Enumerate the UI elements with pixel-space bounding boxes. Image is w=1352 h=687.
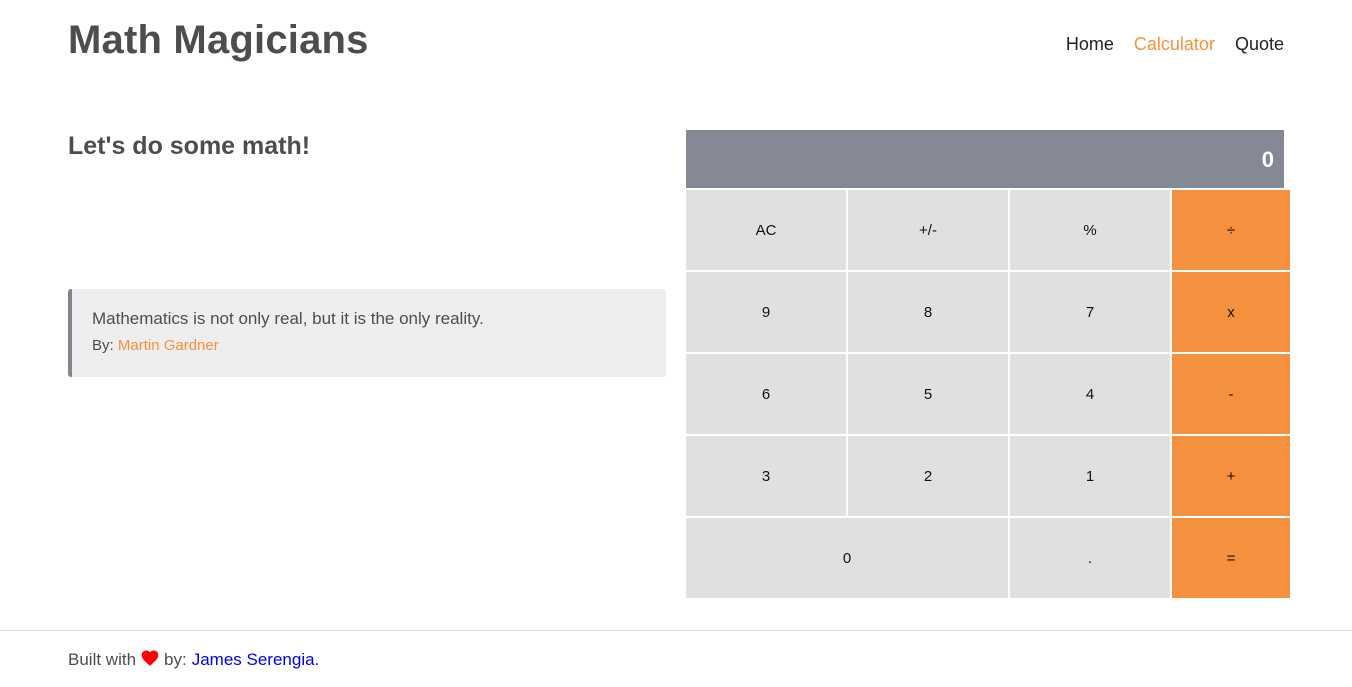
- footer-divider: [0, 630, 1352, 631]
- nav-link-calculator[interactable]: Calculator: [1134, 34, 1215, 55]
- footer-author-link[interactable]: James Serengia.: [192, 650, 320, 670]
- key-9[interactable]: 9: [686, 272, 846, 352]
- key-equals[interactable]: =: [1172, 518, 1290, 598]
- key-toggle-sign[interactable]: +/-: [848, 190, 1008, 270]
- site-title: Math Magicians: [68, 18, 369, 62]
- footer-built-with: Built with: [68, 650, 137, 669]
- nav-link-quote[interactable]: Quote: [1235, 34, 1284, 55]
- key-2[interactable]: 2: [848, 436, 1008, 516]
- site-footer: Built with by: James Serengia.: [68, 650, 319, 670]
- key-4[interactable]: 4: [1010, 354, 1170, 434]
- key-add[interactable]: +: [1172, 436, 1290, 516]
- quote-attribution: By: Martin Gardner: [92, 337, 646, 354]
- key-3[interactable]: 3: [686, 436, 846, 516]
- calculator: 0 AC +/- % ÷ 9 8 7 x 6 5 4 - 3 2 1 + 0 .…: [686, 130, 1290, 598]
- key-5[interactable]: 5: [848, 354, 1008, 434]
- main-nav: Home Calculator Quote: [1066, 34, 1284, 55]
- key-7[interactable]: 7: [1010, 272, 1170, 352]
- quote-by-label: By:: [92, 337, 114, 354]
- nav-link-home[interactable]: Home: [1066, 34, 1114, 55]
- key-percent[interactable]: %: [1010, 190, 1170, 270]
- key-multiply[interactable]: x: [1172, 272, 1290, 352]
- key-1[interactable]: 1: [1010, 436, 1170, 516]
- quote-author: Martin Gardner: [117, 337, 219, 354]
- quote-text: Mathematics is not only real, but it is …: [92, 309, 484, 328]
- site-header: Math Magicians Home Calculator Quote: [68, 0, 1284, 90]
- calculator-display: 0: [686, 130, 1284, 188]
- heart-icon: [140, 648, 160, 668]
- key-0[interactable]: 0: [686, 518, 1008, 598]
- calculator-keypad: AC +/- % ÷ 9 8 7 x 6 5 4 - 3 2 1 + 0 . =: [686, 190, 1290, 598]
- key-divide[interactable]: ÷: [1172, 190, 1290, 270]
- page-heading: Let's do some math!: [68, 132, 311, 160]
- quote-card: Mathematics is not only real, but it is …: [68, 289, 666, 377]
- key-decimal[interactable]: .: [1010, 518, 1170, 598]
- key-ac[interactable]: AC: [686, 190, 846, 270]
- key-subtract[interactable]: -: [1172, 354, 1290, 434]
- key-6[interactable]: 6: [686, 354, 846, 434]
- footer-by: by:: [164, 650, 187, 669]
- key-8[interactable]: 8: [848, 272, 1008, 352]
